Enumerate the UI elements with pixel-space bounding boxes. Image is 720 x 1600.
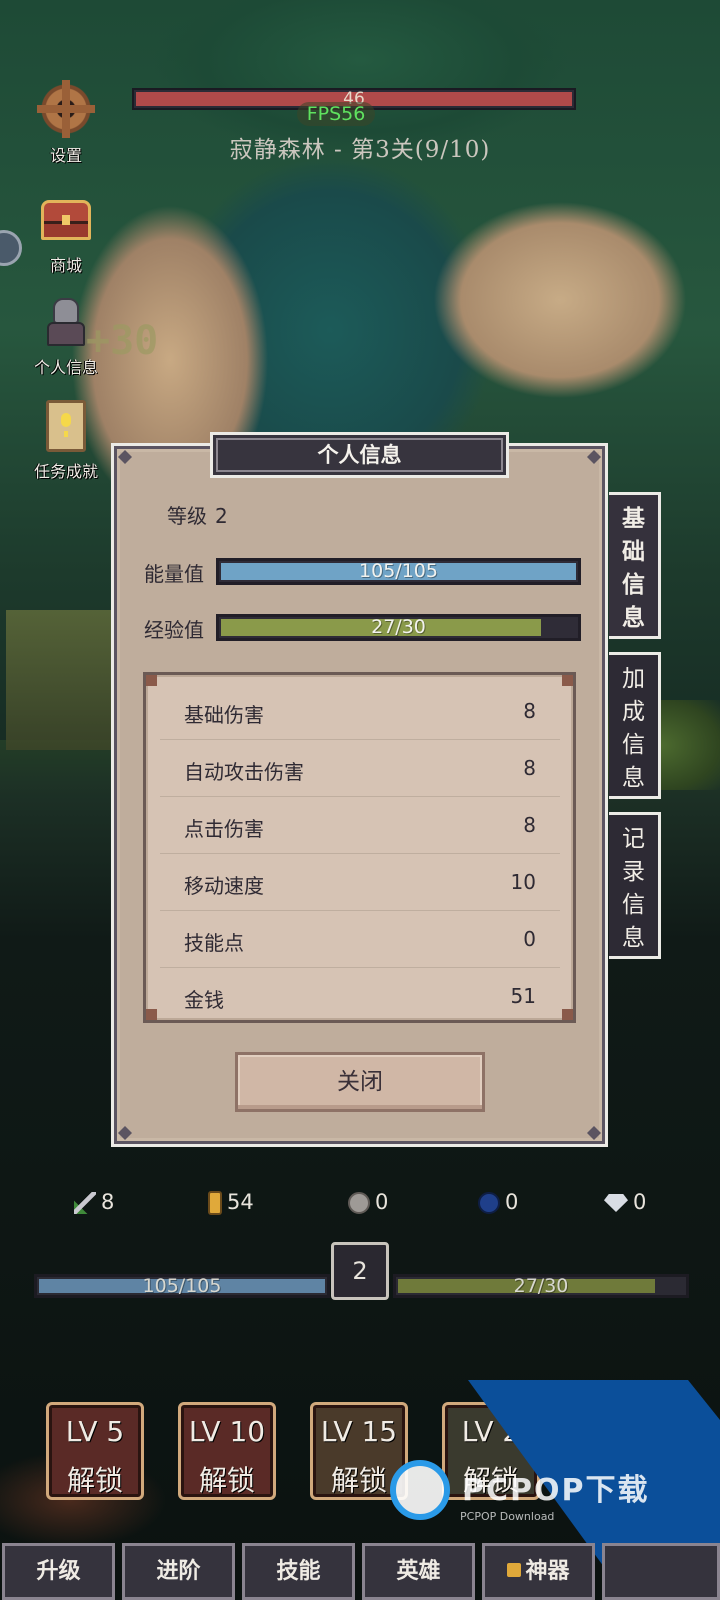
- exp-bar-text: 27/30: [371, 616, 426, 638]
- watermark-brand: PCPOP下载: [462, 1473, 650, 1508]
- dialog-corner: [587, 1126, 601, 1140]
- mossy-stump: [6, 610, 116, 750]
- gold-bar-icon: [208, 1191, 222, 1215]
- stage-title: 寂静森林 - 第3关(9/10): [229, 137, 491, 163]
- dialog-corner: [118, 450, 132, 464]
- nav-upgrade[interactable]: 升级: [2, 1543, 115, 1600]
- level-row: 等级 2: [167, 500, 228, 529]
- skill-slot-1[interactable]: LV 5 解锁: [46, 1402, 144, 1500]
- energy-label: 能量值: [144, 562, 204, 586]
- settings-button[interactable]: 设置: [26, 80, 106, 166]
- tab-record-info[interactable]: 记录信息: [609, 812, 661, 959]
- settings-label: 设置: [49, 146, 82, 165]
- stat-value: 51: [510, 984, 536, 1008]
- watermark-sub: PCPOP Download: [460, 1510, 555, 1523]
- stats-list[interactable]: 基础伤害 8 自动攻击伤害 8 点击伤害 8 移动速度 10 技能点 0 金钱 …: [143, 672, 576, 1023]
- stat-name: 点击伤害: [184, 817, 264, 841]
- dialog-corner: [587, 450, 601, 464]
- level-label: 等级: [167, 504, 207, 528]
- stat-name: 基础伤害: [184, 703, 264, 727]
- skill-level: LV 15: [320, 1415, 398, 1448]
- quests-button[interactable]: 任务成就: [26, 398, 106, 482]
- diamond-icon: [604, 1194, 628, 1212]
- dialog-corner: [118, 1126, 132, 1140]
- stat-row: 移动速度 10: [160, 854, 560, 911]
- resource-diamond: 0: [604, 1190, 646, 1214]
- shop-label: 商城: [49, 256, 82, 275]
- nav-artifacts-label: 神器: [525, 1559, 570, 1584]
- resource-value: 0: [633, 1190, 647, 1214]
- stat-value: 10: [510, 870, 536, 894]
- knight-avatar-icon: [37, 294, 95, 352]
- exp-label: 经验值: [144, 618, 204, 642]
- stat-row: 点击伤害 8: [160, 797, 560, 854]
- shop-button[interactable]: 商城: [26, 192, 106, 276]
- resource-value: 0: [375, 1190, 389, 1214]
- tab-basic-info-label: 基础信息: [622, 506, 645, 631]
- tab-basic-info[interactable]: 基础信息: [609, 492, 661, 639]
- blue-orb-icon: [478, 1192, 500, 1214]
- stat-name: 技能点: [184, 931, 244, 955]
- resource-attack: 8: [74, 1190, 114, 1214]
- nav-more[interactable]: [602, 1543, 720, 1600]
- fps-counter: FPS56: [297, 102, 375, 126]
- dialog-title: 个人信息: [210, 432, 509, 478]
- nav-skills[interactable]: 技能: [242, 1543, 355, 1600]
- stats-corner: [146, 675, 157, 686]
- sword-icon: [74, 1192, 96, 1214]
- resource-value: 8: [101, 1190, 115, 1214]
- profile-label: 个人信息: [33, 358, 98, 377]
- close-button[interactable]: 关闭: [235, 1052, 485, 1112]
- player-exp-text: 27/30: [513, 1275, 569, 1297]
- tab-bonus-info-label: 加成信息: [622, 666, 645, 791]
- nav-advance[interactable]: 进阶: [122, 1543, 235, 1600]
- stats-corner: [146, 1009, 157, 1020]
- skill-level: LV 10: [188, 1415, 266, 1448]
- stats-corner: [562, 1009, 573, 1020]
- skill-level: LV 5: [65, 1415, 125, 1448]
- resource-value: 54: [227, 1190, 254, 1214]
- player-energy-text: 105/105: [142, 1275, 222, 1297]
- player-exp-bar: 27/30: [393, 1274, 689, 1298]
- player-level-badge: 2: [331, 1242, 389, 1300]
- stat-row: 自动攻击伤害 8: [160, 740, 560, 797]
- stats-corner: [562, 675, 573, 686]
- tab-bonus-info[interactable]: 加成信息: [609, 652, 661, 799]
- stat-name: 金钱: [184, 988, 224, 1012]
- player-energy-bar: 105/105: [34, 1274, 330, 1298]
- silver-coin-icon: [348, 1192, 370, 1214]
- watermark-logo: [390, 1460, 450, 1520]
- lock-icon: [507, 1563, 522, 1577]
- resource-orb: 0: [478, 1190, 518, 1214]
- skill-unlock: 解锁: [198, 1464, 255, 1497]
- nav-heroes-label: 英雄: [396, 1559, 441, 1584]
- stat-name: 移动速度: [184, 874, 264, 898]
- tab-record-info-label: 记录信息: [622, 826, 645, 951]
- stat-value: 8: [523, 756, 536, 780]
- energy-bar-text: 105/105: [359, 560, 438, 582]
- stat-value: 0: [523, 927, 536, 951]
- resource-value: 0: [505, 1190, 519, 1214]
- stat-value: 8: [523, 813, 536, 837]
- resource-gold: 54: [208, 1190, 254, 1215]
- stat-row: 金钱 51: [160, 968, 560, 1020]
- level-value: 2: [215, 504, 228, 528]
- quest-scroll-icon: [37, 398, 95, 456]
- energy-bar: 105/105: [216, 558, 581, 585]
- stat-row: 基础伤害 8: [160, 683, 560, 740]
- stat-name: 自动攻击伤害: [184, 760, 304, 784]
- resource-silver: 0: [348, 1190, 388, 1214]
- stat-row: 技能点 0: [160, 911, 560, 968]
- exp-bar: 27/30: [216, 614, 581, 641]
- skill-slot-2[interactable]: LV 10 解锁: [178, 1402, 276, 1500]
- nav-artifacts[interactable]: 神器: [482, 1543, 595, 1600]
- stat-value: 8: [523, 699, 536, 723]
- treasure-chest-icon: [37, 192, 95, 250]
- profile-button[interactable]: 个人信息: [26, 294, 106, 378]
- skill-unlock: 解锁: [66, 1464, 123, 1497]
- gear-icon: [37, 80, 95, 140]
- nav-heroes[interactable]: 英雄: [362, 1543, 475, 1600]
- quests-label: 任务成就: [33, 462, 98, 481]
